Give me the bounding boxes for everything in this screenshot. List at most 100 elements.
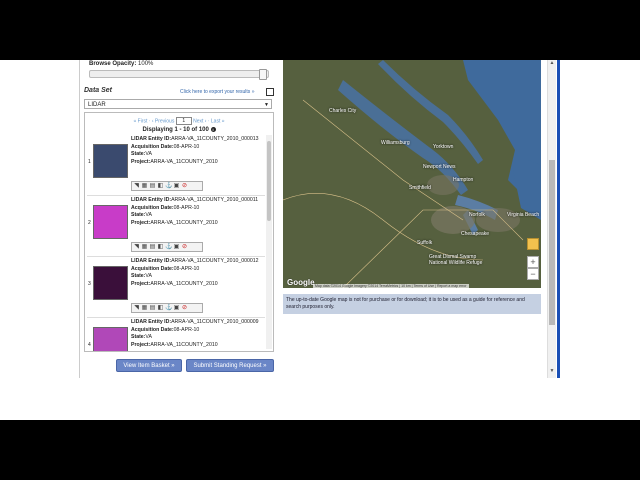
result-info: LIDAR Entity ID:ARRA-VA_11COUNTY_2010_00… [131,258,265,288]
compare-icon[interactable]: ▤ [149,183,156,190]
project-value: ARRA-VA_11COUNTY_2010 [150,280,218,287]
google-logo: Google [287,278,315,287]
project-value: ARRA-VA_11COUNTY_2010 [150,158,218,165]
state-value: VA [145,334,152,341]
place-label: Great Dismal Swamp National Wildlife Ref… [429,254,483,266]
pegman-icon[interactable] [527,238,539,250]
slider-handle[interactable] [259,69,267,80]
place-label: Hampton [453,177,474,183]
footprint-icon[interactable]: ◥ [133,244,140,251]
browse-overlay-icon[interactable]: ▦ [141,305,148,312]
download-icon[interactable]: ⚓ [165,305,172,312]
map-imagery[interactable] [283,60,541,288]
results-panel: Browse Opacity: 100% Data Set Click here… [80,60,275,378]
displaying-count: Displaying 1 - 10 of 100 i [85,127,273,133]
place-label: Williamsburg [381,140,410,146]
browse-opacity-value: 100% [138,61,154,67]
result-number: 2 [88,220,91,226]
state-label: State: [131,212,146,219]
zoom-in-button[interactable]: + [527,256,539,268]
result-row: 3 LIDAR Entity ID:ARRA-VA_11COUNTY_2010_… [87,257,265,318]
results-scrollbar[interactable] [266,135,272,349]
result-row: 2 LIDAR Entity ID:ARRA-VA_11COUNTY_2010_… [87,196,265,257]
entity-id-value: ARRA-VA_11COUNTY_2010_000011 [171,197,259,203]
pager-next-link[interactable]: Next › [193,118,206,124]
result-action-toolbar: ◥ ▦ ▤ ◧ ⚓ ▣ ⊘ [131,181,203,191]
acquisition-date-value: 08-APR-10 [173,204,200,211]
scroll-up-icon[interactable]: ▲ [548,60,556,68]
results-box: « First · ‹ Previous 1 Next › · Last » D… [84,112,274,352]
pager-previous-link[interactable]: ‹ Previous [152,118,175,124]
export-results-link[interactable]: Click here to export your results » [180,89,254,95]
result-thumbnail[interactable] [93,266,128,300]
data-set-heading: Data Set [84,87,113,94]
result-action-toolbar: ◥ ▦ ▤ ◧ ⚓ ▣ ⊘ [131,242,203,252]
metadata-icon[interactable]: ◧ [157,183,164,190]
project-label: Project: [131,280,151,287]
page-select[interactable]: 1 [175,117,192,125]
add-to-basket-icon[interactable]: ▣ [173,244,180,251]
project-value: ARRA-VA_11COUNTY_2010 [150,219,218,226]
exclude-icon[interactable]: ⊘ [181,305,188,312]
entity-id-label: LIDAR Entity ID: [131,319,172,325]
place-label: Suffolk [417,240,433,246]
compare-icon[interactable]: ▤ [149,305,156,312]
place-label: Virginia Beach [507,212,540,218]
entity-id-label: LIDAR Entity ID: [131,197,172,203]
project-label: Project: [131,341,151,348]
info-icon[interactable]: i [210,127,216,132]
entity-id-value: ARRA-VA_11COUNTY_2010_000012 [171,258,259,264]
result-row: 1 LIDAR Entity ID:ARRA-VA_11COUNTY_2010_… [87,135,265,196]
scrollbar-thumb[interactable] [267,141,271,221]
result-number: 1 [88,159,91,165]
state-label: State: [131,273,146,280]
result-info: LIDAR Entity ID:ARRA-VA_11COUNTY_2010_00… [131,197,265,227]
metadata-icon[interactable]: ◧ [157,244,164,251]
browse-opacity-slider[interactable] [89,69,269,80]
project-value: ARRA-VA_11COUNTY_2010 [150,341,218,348]
add-to-basket-icon[interactable]: ▣ [173,305,180,312]
browse-overlay-icon[interactable]: ▦ [141,183,148,190]
place-label: Charles City [329,108,357,114]
result-number: 4 [88,342,91,348]
place-label: Smithfield [409,185,431,191]
footprint-icon[interactable]: ◥ [133,305,140,312]
data-set-select[interactable]: LIDAR ▼ [84,99,272,109]
state-value: VA [145,273,152,280]
browse-overlay-icon[interactable]: ▦ [141,244,148,251]
pager: « First · ‹ Previous 1 Next › · Last » [133,117,225,125]
project-label: Project: [131,219,151,226]
pager-first-link[interactable]: « First [133,118,147,124]
browser-viewport: Browse Opacity: 100% Data Set Click here… [0,60,640,420]
metadata-icon[interactable]: ◧ [157,305,164,312]
page-scrollbar-thumb[interactable] [549,160,555,325]
map[interactable]: Charles City Williamsburg Newport News H… [283,60,541,288]
result-info: LIDAR Entity ID:ARRA-VA_11COUNTY_2010_00… [131,136,265,166]
page-scrollbar[interactable]: ▲ ▼ [547,60,556,378]
result-info: LIDAR Entity ID:ARRA-VA_11COUNTY_2010_00… [131,319,265,349]
download-icon[interactable]: ⚓ [165,183,172,190]
view-item-basket-button[interactable]: View Item Basket » [116,359,182,372]
place-label: Chesapeake [461,231,490,237]
acquisition-date-label: Acquisition Date: [131,204,174,211]
acquisition-date-value: 08-APR-10 [173,265,200,272]
download-icon[interactable]: ⚓ [165,244,172,251]
entity-id-label: LIDAR Entity ID: [131,136,172,142]
zoom-out-button[interactable]: − [527,268,539,280]
exclude-icon[interactable]: ⊘ [181,244,188,251]
pager-last-link[interactable]: Last » [211,118,225,124]
add-to-basket-icon[interactable]: ▣ [173,183,180,190]
footprint-icon[interactable]: ◥ [133,183,140,190]
compare-icon[interactable]: ▤ [149,244,156,251]
earthexplorer-page: Browse Opacity: 100% Data Set Click here… [79,60,560,378]
result-thumbnail[interactable] [93,144,128,178]
scroll-down-icon[interactable]: ▼ [548,368,556,376]
map-attribution[interactable]: Map data ©2014 Google Imagery ©2014 Terr… [313,284,469,288]
result-thumbnail[interactable] [93,327,128,351]
exclude-icon[interactable]: ⊘ [181,183,188,190]
data-set-selected: LIDAR [88,102,106,108]
result-thumbnail[interactable] [93,205,128,239]
result-action-toolbar: ◥ ▦ ▤ ◧ ⚓ ▣ ⊘ [131,303,203,313]
export-icon[interactable] [266,88,274,96]
submit-standing-request-button[interactable]: Submit Standing Request » [186,359,274,372]
